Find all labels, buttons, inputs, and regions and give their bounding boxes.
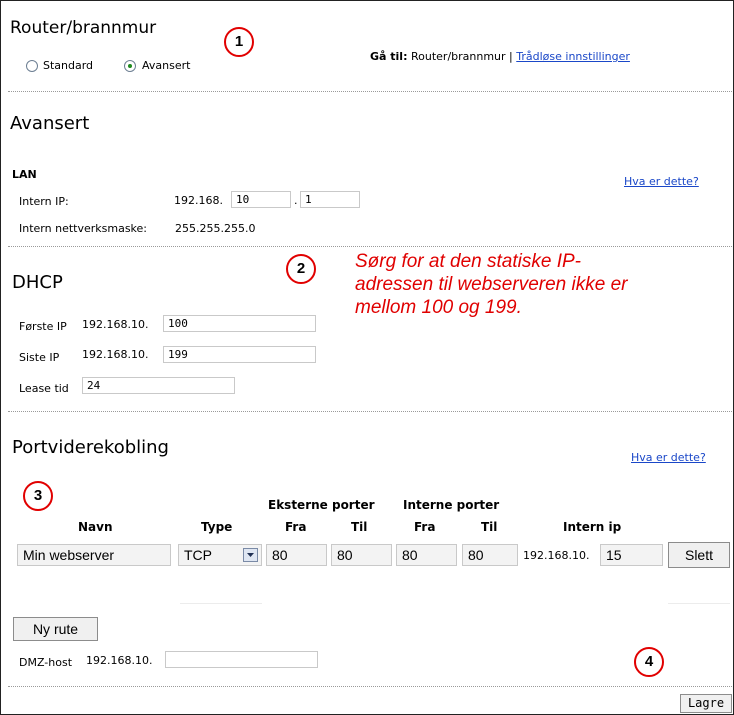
intern-ip-label: Intern IP:: [19, 195, 69, 208]
dmz-host-input[interactable]: [165, 651, 318, 668]
goto-current: Router/brannmur: [410, 50, 506, 63]
col-header-type: Type: [201, 520, 233, 534]
row-ext-to-input[interactable]: 80: [331, 544, 392, 566]
delete-row-button[interactable]: Slett: [668, 542, 730, 568]
goto-nav: Gå til: Router/brannmur | Trådløse innst…: [370, 50, 630, 63]
first-ip-prefix: 192.168.10.: [82, 318, 149, 331]
row-int-to-input[interactable]: 80: [462, 544, 518, 566]
callout-badge: 2: [286, 254, 316, 284]
callout-badge: 3: [23, 481, 53, 511]
new-route-button[interactable]: Ny rute: [13, 617, 98, 641]
last-ip-input[interactable]: 199: [163, 346, 316, 363]
goto-label: Gå til:: [370, 50, 408, 63]
radio-standard[interactable]: [26, 60, 38, 72]
page-title: Router/brannmur: [10, 18, 157, 38]
lease-time-input[interactable]: 24: [82, 377, 235, 394]
intern-ip-dot: .: [294, 194, 298, 207]
divider: [668, 603, 730, 604]
wireless-settings-link[interactable]: Trådløse innstillinger: [516, 50, 630, 63]
annotation-line: mellom 100 og 199.: [355, 297, 522, 318]
header-external-ports: Eksterne porter: [268, 498, 375, 512]
last-ip-prefix: 192.168.10.: [82, 348, 149, 361]
divider: [8, 91, 732, 92]
row-type-value: TCP: [184, 547, 212, 563]
save-button[interactable]: Lagre: [680, 694, 732, 713]
goto-separator: |: [509, 50, 513, 63]
lease-time-label: Lease tid: [19, 382, 69, 395]
divider: [8, 686, 732, 687]
first-ip-label: Første IP: [19, 320, 67, 333]
lan-help-link[interactable]: Hva er dette?: [624, 175, 699, 188]
annotation-line: Sørg for at den statiske IP-: [355, 251, 581, 272]
row-int-from-input[interactable]: 80: [396, 544, 457, 566]
chevron-down-icon[interactable]: [243, 548, 258, 562]
col-header-int-from: Fra: [414, 520, 436, 534]
col-header-ext-to: Til: [351, 520, 368, 534]
first-ip-input[interactable]: 100: [163, 315, 316, 332]
intern-ip-prefix: 192.168.: [174, 194, 223, 207]
dmz-host-label: DMZ-host: [19, 656, 73, 669]
lan-label: LAN: [12, 168, 37, 181]
dmz-host-prefix: 192.168.10.: [86, 654, 153, 667]
netmask-label: Intern nettverksmaske:: [19, 222, 147, 235]
col-header-int-to: Til: [481, 520, 498, 534]
divider: [8, 246, 732, 247]
col-header-ext-from: Fra: [285, 520, 307, 534]
portforward-help-link[interactable]: Hva er dette?: [631, 451, 706, 464]
divider: [180, 603, 262, 604]
intern-ip-octet4-input[interactable]: 1: [300, 191, 360, 208]
row-ip-prefix: 192.168.10.: [523, 549, 590, 562]
divider: [8, 411, 732, 412]
section-heading-portviderekobling: Portviderekobling: [12, 437, 169, 458]
radio-avansert-label[interactable]: Avansert: [142, 59, 190, 72]
col-header-intern-ip: Intern ip: [563, 520, 622, 534]
row-ip-suffix-input[interactable]: 15: [600, 544, 663, 566]
radio-avansert[interactable]: [124, 60, 136, 72]
callout-badge: 4: [634, 647, 664, 677]
section-heading-dhcp: DHCP: [12, 272, 63, 293]
section-heading-avansert: Avansert: [10, 113, 90, 134]
callout-badge: 1: [224, 27, 254, 57]
row-name-input[interactable]: Min webserver: [17, 544, 171, 566]
last-ip-label: Siste IP: [19, 351, 60, 364]
annotation-line: adressen til webserveren ikke er: [355, 274, 628, 295]
radio-standard-label[interactable]: Standard: [43, 59, 93, 72]
col-header-name: Navn: [78, 520, 113, 534]
annotation-text: Sørg for at den statiske IP- adressen ti…: [355, 250, 627, 319]
row-ext-from-input[interactable]: 80: [266, 544, 327, 566]
intern-ip-octet3-input[interactable]: 10: [231, 191, 291, 208]
header-internal-ports: Interne porter: [403, 498, 500, 512]
row-type-select[interactable]: TCP: [178, 544, 262, 566]
netmask-value: 255.255.255.0: [175, 222, 256, 235]
